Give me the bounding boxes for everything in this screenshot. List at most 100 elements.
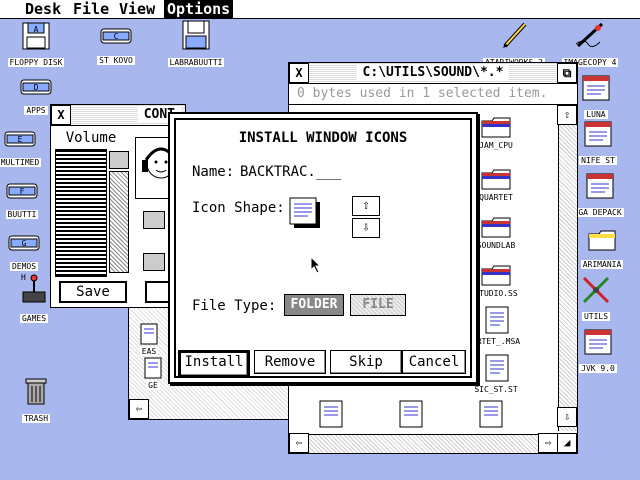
app-icon — [584, 329, 612, 355]
resize-handle-icon[interactable]: ◢ — [557, 433, 577, 453]
file-label: QUARTET — [477, 193, 515, 202]
document-icon — [140, 323, 158, 345]
install-window-icons-dialog: INSTALL WINDOW ICONS Name: BACKTRAC.___ … — [168, 112, 478, 384]
remove-button[interactable]: Remove — [254, 350, 326, 374]
desktop-icon-label: LUNA — [584, 110, 608, 119]
icon-shape-up-button[interactable]: ⇧ — [352, 196, 380, 216]
desktop-icon-label: DEMOS — [9, 262, 39, 271]
app-icon — [584, 121, 612, 147]
file-item[interactable]: GE — [141, 357, 165, 390]
save-button[interactable]: Save — [59, 281, 127, 303]
desktop-icon-st-kovo[interactable]: C ST KOVO — [80, 26, 152, 67]
scroll-up-button[interactable]: ⇧ — [557, 105, 577, 125]
desktop-icon-label: BUUTTI — [5, 210, 39, 219]
file-window-titlebar[interactable]: C:\UTILS\SOUND\*.* — [289, 63, 577, 84]
document-icon — [485, 354, 509, 382]
menu-desk[interactable]: Desk — [22, 0, 64, 18]
icon-shape-down-button[interactable]: ⇩ — [352, 218, 380, 238]
app-icon — [586, 173, 614, 199]
control-button[interactable] — [143, 211, 165, 229]
drive-icon: F — [6, 183, 38, 199]
control-window-titlebar[interactable]: CONT — [51, 105, 185, 126]
folder-icon — [481, 117, 511, 138]
menu-bar: Desk File View Options — [0, 0, 640, 19]
scroll-left-button[interactable]: ⇦ — [289, 433, 309, 453]
icon-shape-label: Icon Shape: — [192, 200, 285, 216]
desktop-icon-labrabuutti[interactable]: LABRABUUTTI — [160, 20, 232, 69]
drive-letter-multimed: E — [18, 135, 23, 144]
app-icon — [582, 75, 610, 101]
scroll-left-button[interactable]: ⇦ — [129, 399, 149, 419]
close-box-icon[interactable]: X — [51, 105, 71, 125]
file-label: GE — [146, 381, 160, 390]
horizontal-scrollbar[interactable] — [289, 434, 558, 453]
desktop-icon-label: UTILS — [581, 312, 611, 321]
vertical-scrollbar[interactable] — [558, 105, 577, 431]
file-type-file-button[interactable]: FILE — [350, 294, 406, 316]
volume-button[interactable] — [109, 151, 129, 169]
folder-icon — [588, 230, 616, 251]
drive-icon: C — [100, 28, 132, 44]
trash-icon — [25, 378, 47, 405]
document-icon[interactable] — [475, 399, 505, 433]
file-label: EAS — [139, 347, 159, 356]
drive-letter-demos: G — [22, 239, 27, 248]
name-field[interactable]: BACKTRAC.___ — [240, 164, 341, 180]
file-item[interactable]: EAS — [137, 323, 161, 356]
drive-letter-buutti: F — [20, 187, 25, 196]
full-box-icon[interactable]: ⧉ — [557, 63, 577, 83]
floppy-icon: A — [22, 22, 50, 50]
drive-letter-games: H — [21, 273, 26, 282]
file-window-title: C:\UTILS\SOUND\*.* — [356, 65, 510, 80]
desktop-icon-multimed[interactable]: E MULTIMED — [0, 130, 56, 169]
drive-letter-floppy: A — [34, 25, 39, 34]
desktop-icon-floppy-disk[interactable]: A FLOPPY DISK — [0, 22, 72, 69]
drive-icon: E — [4, 131, 36, 147]
document-icon[interactable] — [395, 399, 425, 433]
cancel-button[interactable]: Cancel — [402, 350, 466, 374]
volume-label: Volume — [65, 130, 117, 146]
folder-icon — [481, 217, 511, 238]
mouse-pointer-icon — [310, 255, 322, 278]
desktop-icon-label: GA DEPACK — [576, 208, 624, 217]
desktop-icon-label: FLOPPY DISK — [7, 58, 65, 67]
dialog-frame — [174, 118, 472, 378]
menu-view[interactable]: View — [116, 0, 158, 18]
file-type-label: File Type: — [192, 298, 277, 314]
document-icon — [288, 196, 322, 234]
drive-icon: G — [8, 235, 40, 251]
desktop-icon-label: ARIMANIA — [580, 260, 624, 269]
document-icon[interactable] — [315, 399, 345, 433]
drive-letter-stkovo: C — [114, 32, 119, 41]
drive-letter-apps: D — [34, 83, 39, 92]
joystick-icon: H — [21, 273, 46, 303]
file-label: SIC_ST.ST — [472, 385, 520, 394]
pen-icon — [575, 22, 604, 48]
menu-options[interactable]: Options — [164, 0, 234, 18]
pencil-icon — [503, 22, 527, 48]
desktop-icon-label: NIFE ST — [579, 156, 617, 165]
desktop-icon-label: ST KOVO — [97, 56, 135, 65]
scroll-right-button[interactable]: ⇨ — [538, 433, 558, 453]
desktop-icon-label: JVK 9.0 — [579, 364, 617, 373]
folder-icon — [481, 169, 511, 190]
dialog-title: INSTALL WINDOW ICONS — [238, 130, 408, 146]
install-button[interactable]: Install — [178, 350, 250, 378]
document-icon — [485, 306, 509, 334]
file-type-folder-button[interactable]: FOLDER — [284, 294, 344, 316]
volume-slider[interactable] — [55, 149, 107, 277]
scroll-down-button[interactable]: ⇩ — [557, 407, 577, 427]
name-label: Name: — [192, 164, 235, 180]
close-box-icon[interactable]: X — [289, 63, 309, 83]
desktop-icon-trash[interactable]: TRASH — [0, 376, 72, 425]
skip-button[interactable]: Skip — [330, 350, 402, 374]
desktop-icon-label: GAMES — [19, 314, 49, 323]
folder-icon — [481, 265, 511, 286]
volume-track[interactable] — [109, 171, 129, 273]
control-button[interactable] — [143, 253, 165, 271]
file-label: STUDIO.SS — [472, 289, 520, 298]
drive-icon: D — [20, 79, 52, 95]
file-label: SOUNDLAB — [474, 241, 518, 250]
file-window-info: 0 bytes used in 1 selected item. — [289, 84, 577, 105]
menu-file[interactable]: File — [70, 0, 112, 18]
